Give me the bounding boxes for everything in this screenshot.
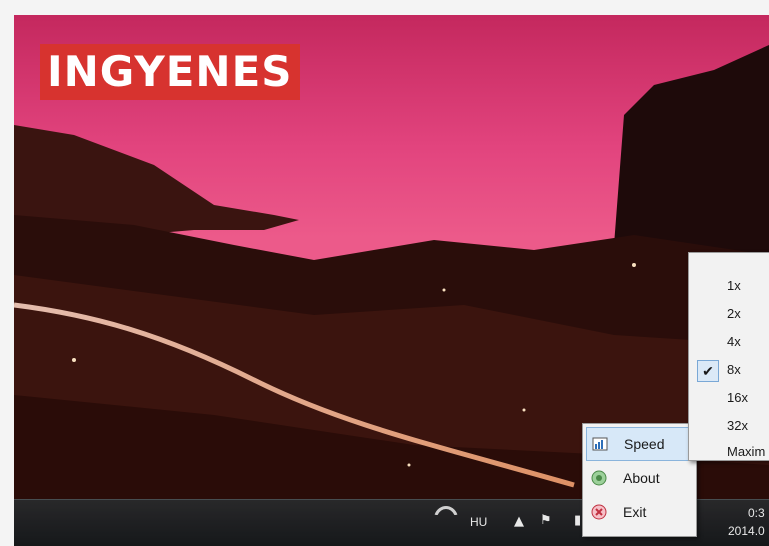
speed-option-16x[interactable]: 16x <box>689 385 769 412</box>
language-indicator[interactable]: HU <box>470 515 487 529</box>
speed-option-8x[interactable]: ✔ 8x <box>689 357 769 384</box>
speed-option-label: 1x <box>727 278 741 293</box>
about-icon <box>591 470 607 486</box>
network-icon[interactable]: ▮ <box>574 513 581 528</box>
speed-option-label: 16x <box>727 390 748 405</box>
taskbar-handle <box>434 500 458 516</box>
speed-option-label: 8x <box>727 362 741 377</box>
menu-item-label: About <box>623 470 660 486</box>
speed-option-label: 32x <box>727 418 748 433</box>
photo-frame: INGYENES HU ▲ ⚑ ▮ ◖ ● 0:3 2014.0 Speed <box>0 0 769 546</box>
speed-option-2x[interactable]: 2x <box>689 301 769 328</box>
speed-option-label: 4x <box>727 334 741 349</box>
menu-item-speed[interactable]: Speed <box>586 427 693 461</box>
menu-item-about[interactable]: About <box>586 462 691 494</box>
desktop-screen: INGYENES HU ▲ ⚑ ▮ ◖ ● 0:3 2014.0 Speed <box>14 15 769 546</box>
clock-time[interactable]: 0:3 <box>748 506 765 520</box>
speed-option-32x[interactable]: 32x <box>689 413 769 440</box>
checkmark-icon: ✔ <box>697 360 719 382</box>
speed-option-1x[interactable]: 1x <box>689 273 769 300</box>
menu-item-label: Speed <box>624 436 665 452</box>
clock-date[interactable]: 2014.0 <box>728 524 765 538</box>
action-center-flag-icon[interactable]: ⚑ <box>540 513 552 528</box>
tray-context-menu: Speed About Exit <box>582 423 697 537</box>
menu-item-label: Exit <box>623 504 647 520</box>
promo-badge: INGYENES <box>40 44 300 100</box>
exit-icon <box>591 504 607 520</box>
speed-icon <box>592 436 608 452</box>
show-hidden-icons-icon[interactable]: ▲ <box>514 514 524 529</box>
menu-item-exit[interactable]: Exit <box>586 496 691 528</box>
speed-option-label: Maxim <box>727 444 766 459</box>
speed-submenu: 1x 2x 4x ✔ 8x 16x 32x Maxim <box>688 252 769 461</box>
speed-option-4x[interactable]: 4x <box>689 329 769 356</box>
speed-option-label: 2x <box>727 306 741 321</box>
speed-option-maximum[interactable]: Maxim <box>689 439 769 466</box>
